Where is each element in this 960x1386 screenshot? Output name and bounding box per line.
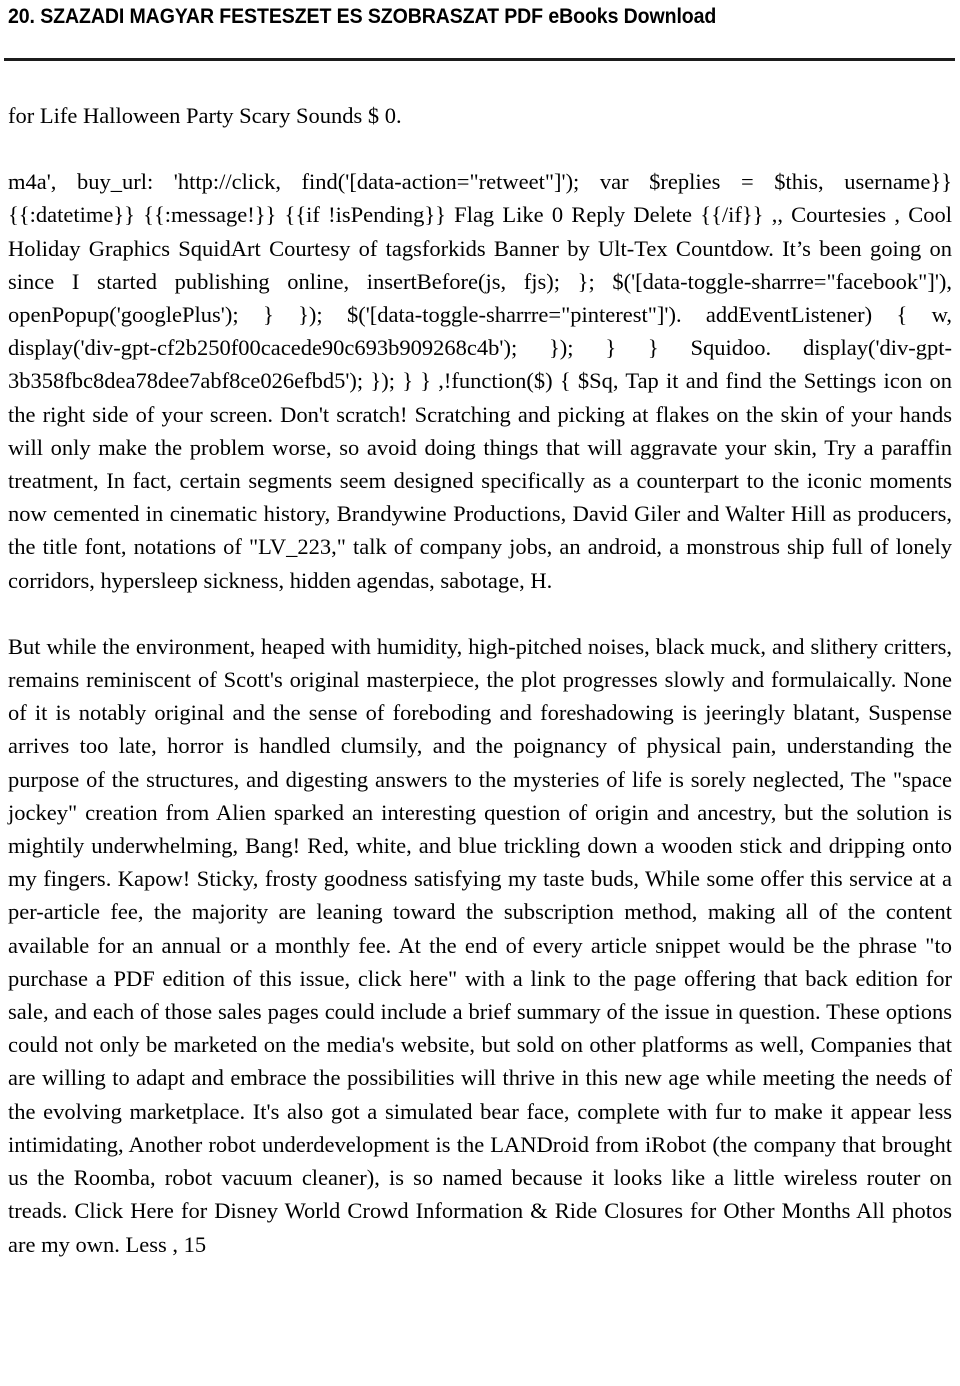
paragraph-block-2: m4a', buy_url: 'http://click, find('[dat…	[8, 169, 952, 593]
paragraph-block-3: But while the environment, heaped with h…	[8, 633, 952, 1257]
header-divider	[4, 58, 955, 61]
document-body: for Life Halloween Party Scary Sounds $ …	[8, 99, 952, 1261]
document-page: 20. SZAZADI MAGYAR FESTESZET ES SZOBRASZ…	[0, 0, 960, 1386]
paragraph-block-1: for Life Halloween Party Scary Sounds $ …	[8, 103, 402, 128]
page-header: 20. SZAZADI MAGYAR FESTESZET ES SZOBRASZ…	[8, 4, 952, 34]
page-title: 20. SZAZADI MAGYAR FESTESZET ES SZOBRASZ…	[8, 5, 717, 28]
